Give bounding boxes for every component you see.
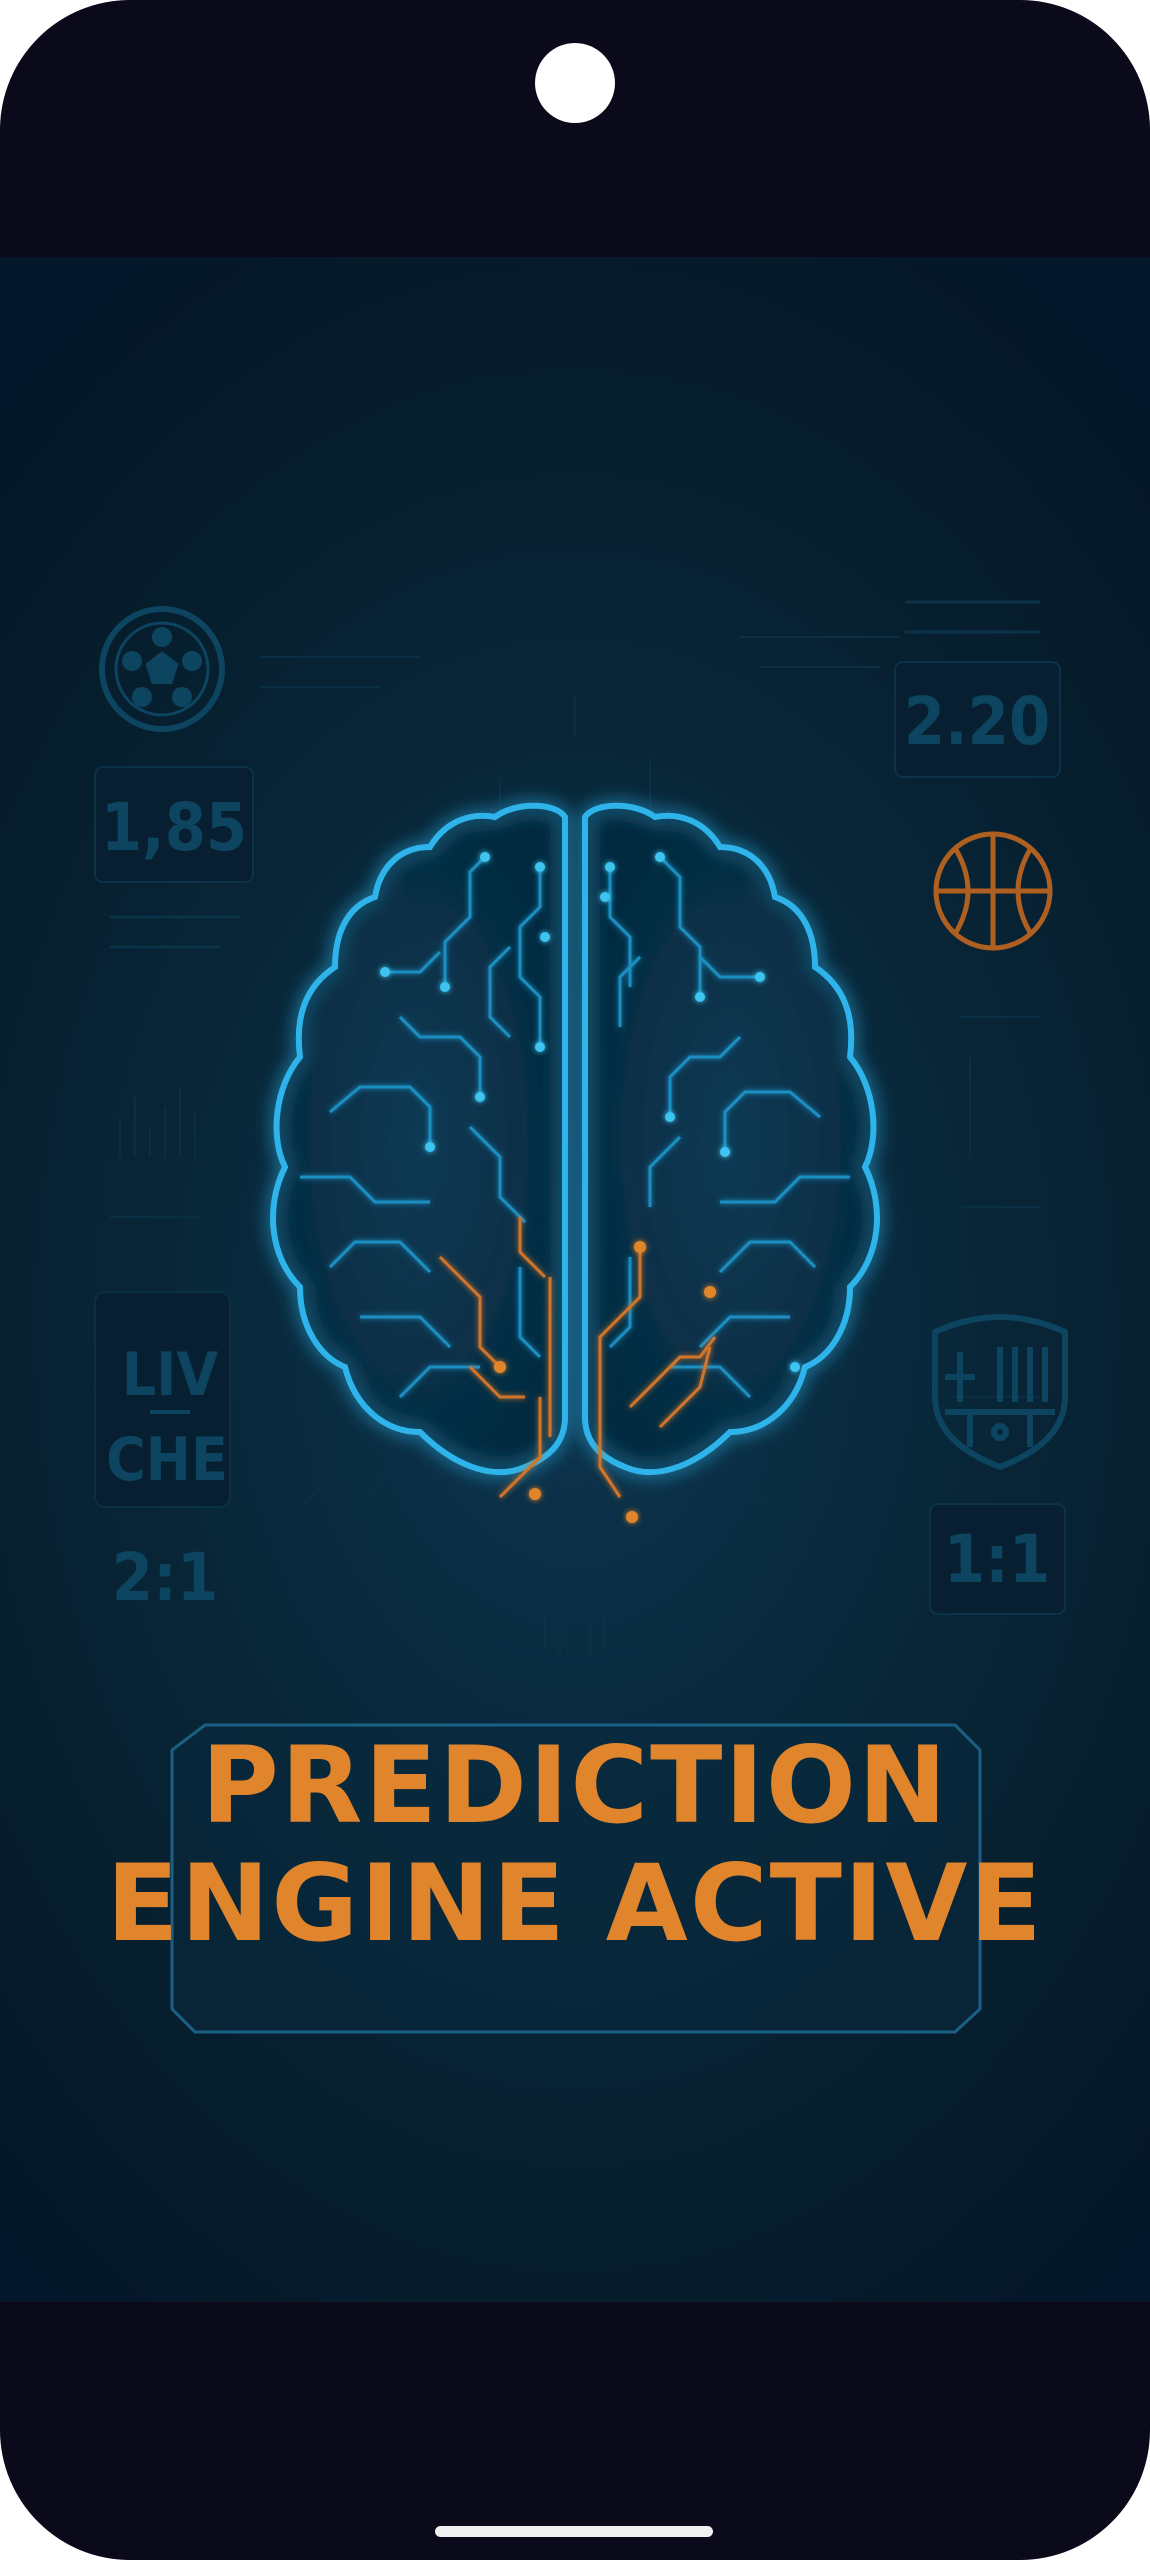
phone-frame: 1,85 2.20 LIV CHE 2:1 1:1 PREDICTION ENG… — [0, 0, 1150, 2560]
club-crest-icon — [932, 1314, 1068, 1471]
odds-box-left: 1,85 — [94, 766, 254, 949]
basketball-icon — [933, 831, 1053, 951]
splash-screen: 1,85 2.20 LIV CHE 2:1 1:1 PREDICTION ENG… — [0, 257, 1150, 2302]
odds-box-right: 2.20 — [894, 600, 1061, 778]
team-away: CHE — [106, 1425, 228, 1495]
banner-line-2: ENGINE ACTIVE — [106, 1842, 1044, 1965]
odds-right: 2.20 — [904, 683, 1051, 760]
match-card-left: LIV CHE 2:1 — [94, 1291, 231, 1616]
home-indicator-bar[interactable] — [435, 2526, 713, 2537]
splash-artwork: 1,85 2.20 LIV CHE 2:1 1:1 PREDICTION ENG… — [94, 600, 1068, 2034]
banner-line-1: PREDICTION — [201, 1724, 949, 1847]
soccer-ball-icon — [99, 606, 225, 732]
match-card-right: 1:1 — [929, 1503, 1066, 1615]
odds-left: 1,85 — [101, 789, 248, 866]
score-right: 1:1 — [944, 1521, 1050, 1598]
score-left: 2:1 — [112, 1539, 218, 1616]
status-banner: PREDICTION ENGINE ACTIVE — [106, 1723, 1044, 2034]
front-camera — [535, 43, 615, 123]
team-home: LIV — [122, 1340, 218, 1410]
circuit-brain-icon — [270, 802, 880, 1523]
